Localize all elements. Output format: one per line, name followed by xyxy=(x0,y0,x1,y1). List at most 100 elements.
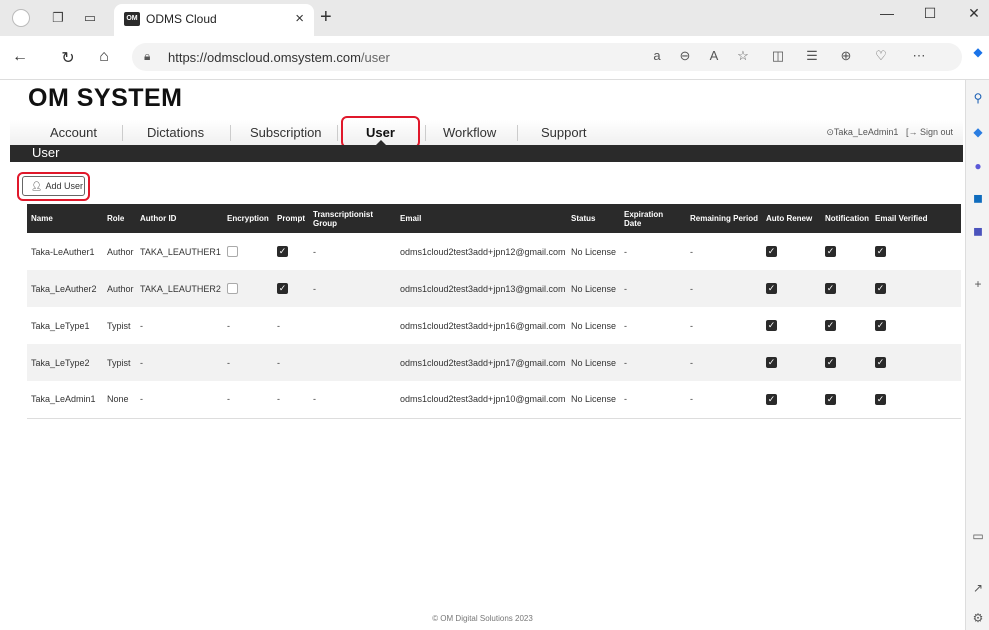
author-id-cell: - xyxy=(140,320,143,331)
column-header[interactable]: Email Verified xyxy=(871,204,961,233)
expiration-cell: - xyxy=(624,320,627,331)
minimize-icon[interactable]: — xyxy=(877,5,897,21)
unchecked-checkbox-icon xyxy=(227,283,238,295)
nav-support[interactable]: Support xyxy=(541,125,587,140)
column-header[interactable]: Auto Renew xyxy=(762,204,821,233)
table-row[interactable]: Taka_LeType1 Typist - - - odms1cloud2test3add… xyxy=(27,307,961,344)
nav-subscription[interactable]: Subscription xyxy=(250,125,322,140)
nav-divider xyxy=(230,125,231,141)
checked-checkbox-icon: ✓ xyxy=(766,246,777,258)
email-cell: odms1cloud2test3add+jpn13@gmail.com xyxy=(396,270,567,307)
search-icon[interactable]: ⚲ xyxy=(970,90,986,106)
column-header[interactable]: Encryption xyxy=(223,204,273,233)
open-external-icon[interactable]: ↗ xyxy=(970,580,986,596)
add-sidebar-icon[interactable]: + xyxy=(970,276,986,292)
prompt-cell: - xyxy=(277,320,280,331)
table-row[interactable]: Taka-LeAuther1 Author TAKA_LEAUTHER1 ✓ - odms… xyxy=(27,233,961,270)
split-screen-icon[interactable]: ◫ xyxy=(769,48,787,64)
new-tab-icon[interactable]: + xyxy=(320,6,332,29)
checked-checkbox-icon: ✓ xyxy=(277,283,288,295)
author-id-cell: TAKA_LEAUTHER2 xyxy=(136,270,223,307)
table-row[interactable]: Taka_LeType2 Typist - - - odms1cloud2test3add… xyxy=(27,344,961,381)
read-aloud-icon[interactable]: a xyxy=(648,48,666,63)
shopping-icon[interactable]: ◆ xyxy=(970,124,986,140)
checked-checkbox-icon: ✓ xyxy=(875,320,886,332)
nav-divider xyxy=(425,125,426,141)
expiration-cell: - xyxy=(620,270,686,307)
column-header[interactable]: Email xyxy=(396,204,567,233)
group-cell xyxy=(309,344,396,381)
remaining-cell: - xyxy=(690,320,693,331)
users-table: Name Role Author ID Encryption Prompt Transcr… xyxy=(27,204,961,419)
group-cell: - xyxy=(313,246,316,257)
immersive-reader-icon[interactable]: A xyxy=(705,48,723,63)
add-user-label: Add User xyxy=(45,181,83,191)
remaining-cell: - xyxy=(686,270,762,307)
maximize-icon[interactable]: ☐ xyxy=(920,5,940,22)
footer-copyright: © OM Digital Solutions 2023 xyxy=(432,614,533,623)
column-header[interactable]: Author ID xyxy=(136,204,223,233)
checked-checkbox-icon: ✓ xyxy=(825,320,836,332)
checked-checkbox-icon: ✓ xyxy=(825,357,836,369)
sign-out-link[interactable]: [→ Sign out xyxy=(906,127,953,137)
settings-gear-icon[interactable]: ⚙ xyxy=(970,610,986,626)
column-header[interactable]: Remaining Period xyxy=(686,204,762,233)
tab-close-icon[interactable]: × xyxy=(295,10,304,27)
column-header[interactable]: Role xyxy=(103,204,136,233)
copilot-icon[interactable]: ◆ xyxy=(970,44,986,60)
tools-icon[interactable]: ● xyxy=(970,158,986,174)
collections-icon[interactable]: ⊕ xyxy=(837,48,855,64)
author-id-cell: - xyxy=(136,381,223,419)
browser-essentials-icon[interactable]: ♡ xyxy=(872,48,890,64)
back-icon[interactable]: ← xyxy=(10,48,30,66)
sign-out-label: Sign out xyxy=(919,127,953,137)
om-system-logo: OM SYSTEM xyxy=(28,84,183,112)
group-cell xyxy=(309,307,396,344)
author-id-cell: - xyxy=(136,344,223,381)
zoom-icon[interactable]: ⊖ xyxy=(676,48,694,64)
email-verified-cell: ✓ xyxy=(871,344,961,381)
column-header[interactable]: Status xyxy=(567,204,620,233)
add-user-button[interactable]: 👤︎ Add User xyxy=(22,176,85,196)
tab-actions-icon[interactable]: ▭ xyxy=(82,10,98,26)
favorites-icon[interactable]: ☰ xyxy=(803,48,821,64)
home-icon[interactable]: ⌂ xyxy=(94,48,114,66)
name-cell: Taka-LeAuther1 xyxy=(31,246,95,257)
name-cell: Taka_LeType1 xyxy=(31,320,90,331)
favorite-star-icon[interactable]: ☆ xyxy=(734,48,752,64)
lock-icon: 🔒︎ xyxy=(144,49,151,63)
expiration-cell: - xyxy=(620,381,686,419)
nav-dictations[interactable]: Dictations xyxy=(147,125,204,140)
role-cell: Typist xyxy=(107,320,131,331)
encryption-cell: - xyxy=(223,381,273,419)
browser-tab[interactable]: OM ODMS Cloud × xyxy=(114,4,314,36)
name-cell: Taka_LeAuther2 xyxy=(27,270,103,307)
email-verified-cell: ✓ xyxy=(871,307,961,344)
encryption-cell: - xyxy=(227,320,230,331)
nav-divider xyxy=(517,125,518,141)
outlook-icon[interactable]: ◼ xyxy=(970,190,986,206)
column-header[interactable]: Expiration Date xyxy=(620,204,686,233)
notification-cell: ✓ xyxy=(821,270,871,307)
more-icon[interactable]: ⋯ xyxy=(910,48,928,64)
teams-icon[interactable]: ◼ xyxy=(970,223,986,239)
column-header[interactable]: Transcriptionist Group xyxy=(309,204,396,233)
hide-sidebar-icon[interactable]: ▭ xyxy=(970,528,986,544)
nav-account[interactable]: Account xyxy=(50,125,97,140)
tab-favicon-icon: OM xyxy=(124,12,140,26)
table-row[interactable]: Taka_LeAuther2 Author TAKA_LEAUTHER2 ✓ - odms… xyxy=(27,270,961,307)
nav-workflow[interactable]: Workflow xyxy=(443,125,496,140)
column-header[interactable]: Prompt xyxy=(273,204,309,233)
auto-renew-cell: ✓ xyxy=(762,344,821,381)
refresh-icon[interactable]: ↻ xyxy=(58,48,78,68)
user-name: Taka_LeAdmin1 xyxy=(833,127,899,137)
table-row[interactable]: Taka_LeAdmin1 None - - - - odms1cloud2test3add… xyxy=(27,381,961,419)
close-window-icon[interactable]: ✕ xyxy=(964,5,984,22)
column-header[interactable]: Notification xyxy=(821,204,871,233)
prompt-cell: - xyxy=(273,344,309,381)
profile-icon[interactable] xyxy=(12,9,30,27)
column-header[interactable]: Name xyxy=(27,204,103,233)
workspaces-icon[interactable]: ❐ xyxy=(50,10,66,26)
checked-checkbox-icon: ✓ xyxy=(825,246,836,258)
remaining-cell: - xyxy=(686,381,762,419)
